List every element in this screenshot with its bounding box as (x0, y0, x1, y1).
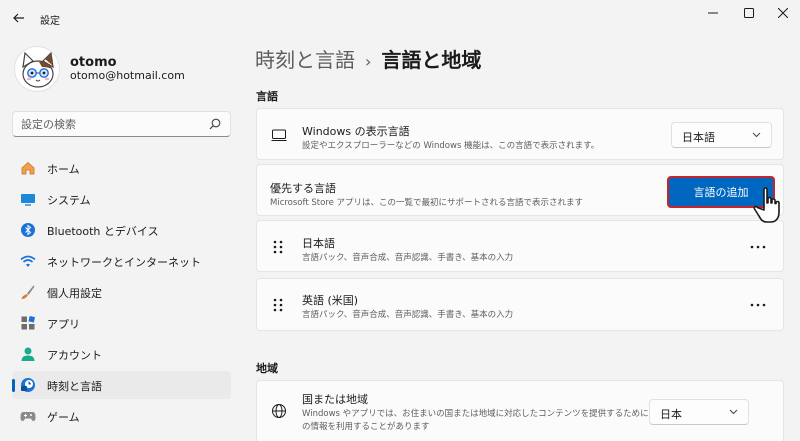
back-button[interactable] (6, 6, 32, 30)
region-section-title: 地域 (256, 362, 278, 375)
language-features: 言語パック、音声合成、音声認識、手書き、基本の入力 (302, 310, 514, 320)
cat-avatar-icon (22, 51, 54, 88)
preferred-languages-title: 優先する言語 (270, 182, 336, 195)
breadcrumb: 時刻と言語 › 言語と地域 (255, 44, 481, 73)
paintbrush-icon (21, 285, 35, 299)
more-options-icon[interactable] (746, 295, 770, 315)
gaming-icon (20, 412, 36, 421)
preferred-languages-description: Microsoft Store アプリは、この一覧で最初にサポートされる言語で表… (270, 198, 584, 208)
sidebar-item-home[interactable]: ホーム (12, 154, 231, 182)
selection-indicator (12, 379, 15, 392)
sidebar-item-label: ネットワークとインターネット (47, 256, 201, 269)
sidebar-item-accounts[interactable]: アカウント (12, 340, 231, 368)
globe-icon (272, 404, 286, 418)
sidebar-item-label: ホーム (47, 163, 80, 176)
app-title: 設定 (40, 16, 60, 27)
sidebar-item-system[interactable]: システム (12, 185, 231, 213)
more-options-icon[interactable] (746, 237, 770, 257)
sidebar-item-bluetooth[interactable]: Bluetooth とデバイス (12, 216, 231, 244)
sidebar-item-time-language[interactable]: 時刻と言語 (12, 371, 231, 399)
display-language-description: 設定やエクスプローラーなどの Windows 機能は、この言語で表示されます。 (302, 141, 600, 151)
search-input[interactable] (13, 112, 198, 136)
sidebar-item-label: アプリ (47, 318, 80, 331)
monitor-icon (271, 129, 287, 141)
language-row-japanese[interactable]: 日本語 言語パック、音声合成、音声認識、手書き、基本の入力 (256, 220, 784, 272)
sidebar-item-personalization[interactable]: 個人用設定 (12, 278, 231, 306)
account-icon (21, 347, 35, 361)
display-language-card: Windows の表示言語 設定やエクスプローラーなどの Windows 機能は… (256, 108, 784, 160)
avatar (14, 46, 60, 92)
apps-icon (21, 315, 36, 330)
title-bar: 設定 (0, 0, 800, 36)
chevron-down-icon (729, 409, 738, 415)
search-icon[interactable] (209, 118, 221, 130)
breadcrumb-separator: › (365, 52, 372, 71)
sidebar-item-label: アカウント (47, 349, 102, 362)
minimize-button[interactable] (696, 0, 730, 26)
drag-handle-icon[interactable] (273, 298, 283, 312)
language-name: 日本語 (302, 237, 335, 250)
display-language-title: Windows の表示言語 (302, 125, 410, 138)
country-region-value: 日本 (660, 408, 682, 421)
sidebar-item-apps[interactable]: アプリ (12, 309, 231, 337)
user-email: otomo@hotmail.com (70, 69, 185, 82)
home-icon (21, 161, 35, 175)
page-title: 言語と地域 (381, 48, 482, 72)
language-name: 英語 (米国) (302, 294, 359, 307)
system-icon (21, 194, 35, 206)
close-icon (778, 8, 788, 18)
language-row-english[interactable]: 英語 (米国) 言語パック、音声合成、音声認識、手書き、基本の入力 (256, 278, 784, 331)
minimize-icon (708, 12, 718, 14)
user-name: otomo (70, 55, 117, 70)
time-language-icon (21, 378, 35, 392)
hand-cursor-icon (753, 187, 780, 223)
close-button[interactable] (766, 0, 800, 26)
bluetooth-icon (21, 223, 35, 237)
language-section-title: 言語 (256, 90, 278, 103)
sidebar-item-label: 個人用設定 (47, 287, 102, 300)
sidebar-item-label: Bluetooth とデバイス (47, 225, 159, 238)
maximize-icon (744, 8, 754, 18)
back-arrow-icon (13, 13, 24, 23)
language-features: 言語パック、音声合成、音声認識、手書き、基本の入力 (302, 253, 514, 263)
display-language-value: 日本語 (682, 131, 715, 144)
sidebar-item-label: 時刻と言語 (47, 380, 102, 393)
breadcrumb-parent[interactable]: 時刻と言語 (255, 48, 355, 72)
display-language-dropdown[interactable]: 日本語 (671, 122, 772, 148)
sidebar-item-gaming[interactable]: ゲーム (12, 402, 231, 430)
maximize-button[interactable] (732, 0, 766, 26)
sidebar-item-network[interactable]: ネットワークとインターネット (12, 247, 231, 275)
country-region-title: 国または地域 (302, 393, 368, 406)
sidebar-item-label: システム (47, 194, 91, 207)
wifi-icon (20, 255, 36, 267)
country-region-dropdown[interactable]: 日本 (649, 399, 749, 425)
country-region-description-line1: Windows やアプリでは、お住まいの国または地域に対応したコンテンツを提供す… (302, 409, 666, 419)
drag-handle-icon[interactable] (273, 240, 283, 254)
sidebar-item-label: ゲーム (47, 411, 80, 424)
settings-search-box[interactable] (12, 111, 231, 137)
country-region-description-line2: の情報を利用することがあります (302, 422, 430, 432)
chevron-down-icon (752, 132, 761, 138)
country-region-card: 国または地域 Windows やアプリでは、お住まいの国または地域に対応したコン… (256, 380, 784, 441)
